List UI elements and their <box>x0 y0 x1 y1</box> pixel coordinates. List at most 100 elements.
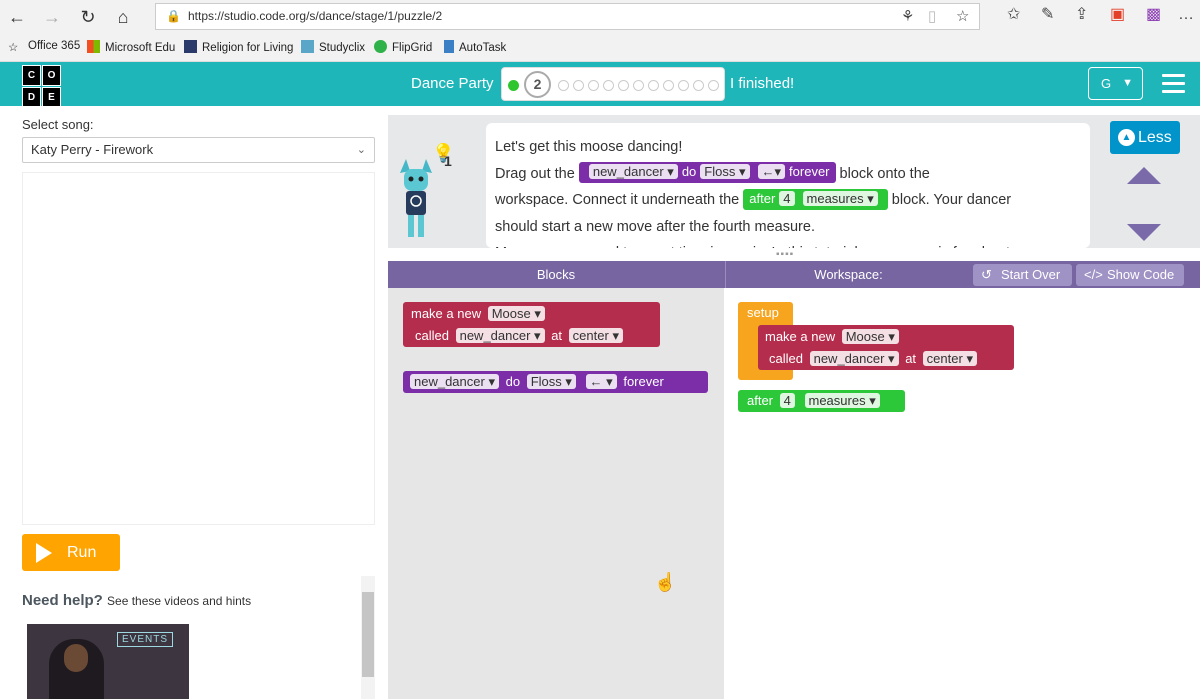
progress-dot[interactable] <box>648 80 659 91</box>
office-icon[interactable]: ▣ <box>1110 6 1125 24</box>
url-text: https://studio.code.org/s/dance/stage/1/… <box>188 9 443 23</box>
dropdown-arrow-icon: ▾ <box>534 306 541 321</box>
progress-dot[interactable] <box>693 80 704 91</box>
resize-handle-icon[interactable]: ▪▪▪▪ <box>776 249 794 260</box>
inline-block-after-measures: after 4 measures ▾ <box>743 188 888 210</box>
dropdown-arrow-icon: ▾ <box>888 329 895 344</box>
block-dropdown-value: Floss <box>704 164 736 180</box>
less-button[interactable]: ▲ Less <box>1110 121 1180 154</box>
block-dropdown-value: new_dancer <box>592 164 664 180</box>
bookmark-office365[interactable]: Office 365 <box>28 40 80 52</box>
block-dropdown[interactable]: Moose ▾ <box>841 329 899 344</box>
studyclix-icon <box>301 40 314 53</box>
dropdown-arrow-icon: ▾ <box>667 164 674 180</box>
make-new-dancer-block[interactable]: make a new Moose ▾ called new_dancer ▾ a… <box>403 302 660 347</box>
progress-dot-complete[interactable] <box>508 80 519 91</box>
scroll-up-arrow-icon[interactable] <box>1127 167 1161 184</box>
moose-avatar <box>400 159 432 237</box>
start-over-button[interactable]: ↺ Start Over <box>973 264 1072 286</box>
instruction-text: Drag out the <box>495 165 575 182</box>
block-dropdown[interactable]: new_dancer ▾ <box>410 374 499 389</box>
progress-dot[interactable] <box>558 80 569 91</box>
block-dropdown[interactable]: ← ▾ <box>585 374 617 389</box>
user-menu-button[interactable]: G ▼ <box>1088 67 1143 100</box>
dance-stage[interactable] <box>22 172 375 525</box>
progress-current[interactable]: 2 <box>524 71 551 98</box>
instructions-panel: 💡 1 Let's get this moose dancing! Drag o… <box>388 115 1200 248</box>
code-icon: </> <box>1084 267 1103 282</box>
show-code-label: Show Code <box>1107 267 1175 282</box>
block-dropdown[interactable]: center ▾ <box>922 351 977 366</box>
extension-icon[interactable]: ⚘ <box>901 9 914 25</box>
workspace-label: Workspace: <box>725 261 971 288</box>
progress-dot[interactable] <box>618 80 629 91</box>
block-dropdown[interactable]: Floss ▾ <box>526 374 576 389</box>
bookmark-microsoft-edu[interactable]: Microsoft Edu <box>87 40 175 54</box>
blocks-toolbox: make a new Moose ▾ called new_dancer ▾ a… <box>388 288 724 699</box>
block-dropdown[interactable]: new_dancer ▾ <box>809 351 899 366</box>
after-measures-block[interactable]: after 4 measures ▾ <box>738 390 905 412</box>
bookmark-autotask[interactable]: AutoTask <box>444 40 506 54</box>
blocks-workspace[interactable]: setup make a new Moose ▾ called new_danc… <box>725 288 1200 699</box>
block-dropdown-value: ← <box>761 164 775 180</box>
progress-dot[interactable] <box>678 80 689 91</box>
less-label: Less <box>1138 129 1172 146</box>
finished-link[interactable]: I finished! <box>730 75 794 92</box>
scroll-down-arrow-icon[interactable] <box>1127 224 1161 241</box>
forward-icon[interactable]: → <box>40 5 64 29</box>
bookmark-religion-for-living[interactable]: Religion for Living <box>184 40 293 54</box>
progress-dot[interactable] <box>633 80 644 91</box>
dancer-do-forever-block[interactable]: new_dancer ▾ do Floss ▾ ← ▾ forever <box>403 371 708 393</box>
block-dropdown[interactable]: measures ▾ <box>804 393 880 408</box>
make-new-dancer-block-placed[interactable]: make a new Moose ▾ called new_dancer ▾ a… <box>758 325 1014 370</box>
run-button[interactable]: Run <box>22 534 120 571</box>
onenote-icon[interactable]: ▩ <box>1146 6 1161 24</box>
progress-dot[interactable] <box>708 80 719 91</box>
pen-icon[interactable]: ✎ <box>1041 6 1054 24</box>
block-dropdown-value: new_dancer <box>813 351 885 366</box>
block-text: do <box>681 164 697 180</box>
block-number-input[interactable]: 4 <box>779 393 795 408</box>
flipgrid-icon <box>374 40 387 53</box>
instruction-line: Let's get this moose dancing! <box>495 139 683 155</box>
left-panel: Select song: Katy Perry - Firework ⌄ Run… <box>0 106 388 699</box>
progress-dot[interactable] <box>588 80 599 91</box>
reading-view-icon[interactable]: ▯ <box>928 9 936 25</box>
level-title[interactable]: Dance Party <box>411 75 494 92</box>
hamburger-menu-icon[interactable] <box>1162 74 1185 93</box>
block-dropdown[interactable]: Moose ▾ <box>487 306 545 321</box>
block-dropdown-value: center <box>926 351 963 366</box>
address-bar[interactable]: 🔒 https://studio.code.org/s/dance/stage/… <box>155 3 980 30</box>
favorite-star-icon[interactable]: ☆ <box>956 9 969 25</box>
progress-dot[interactable] <box>573 80 584 91</box>
block-text: forever <box>623 374 664 389</box>
show-code-button[interactable]: </> Show Code <box>1076 264 1184 286</box>
instruction-text: block. Your dancer <box>891 192 1012 208</box>
instruction-text: block onto the <box>839 165 930 182</box>
block-dropdown-value: Moose <box>491 306 531 321</box>
share-icon[interactable]: ⇪ <box>1075 6 1088 24</box>
favorites-icon[interactable]: ✩ <box>1007 6 1020 24</box>
dropdown-arrow-icon: ▾ <box>869 393 876 408</box>
help-scrollbar-thumb[interactable] <box>362 592 374 677</box>
block-text: do <box>505 374 521 389</box>
home-icon[interactable]: ⌂ <box>111 5 135 29</box>
chevron-up-icon: ▲ <box>1118 129 1135 146</box>
refresh-icon[interactable]: ↻ <box>76 5 100 29</box>
block-dropdown[interactable]: new_dancer ▾ <box>455 328 545 343</box>
microsoft-logo-icon <box>87 40 100 53</box>
song-select[interactable]: Katy Perry - Firework ⌄ <box>22 137 375 163</box>
block-dropdown-value: Moose <box>845 329 885 344</box>
start-over-label: Start Over <box>1001 267 1061 282</box>
block-text: setup <box>747 305 779 320</box>
bookmark-flipgrid[interactable]: FlipGrid <box>374 40 432 54</box>
more-icon[interactable]: … <box>1178 6 1194 24</box>
block-dropdown[interactable]: center ▾ <box>568 328 623 343</box>
back-icon[interactable]: ← <box>5 5 29 29</box>
code-org-logo[interactable]: C O D E <box>22 65 61 108</box>
progress-dot[interactable] <box>663 80 674 91</box>
bookmark-studyclix[interactable]: Studyclix <box>301 40 365 54</box>
instruction-line: Drag out the new_dancer ▾ do Floss ▾ ←▾ fore… <box>495 161 1081 188</box>
progress-dot[interactable] <box>603 80 614 91</box>
help-video-thumbnail[interactable]: EVENTS <box>27 624 189 699</box>
